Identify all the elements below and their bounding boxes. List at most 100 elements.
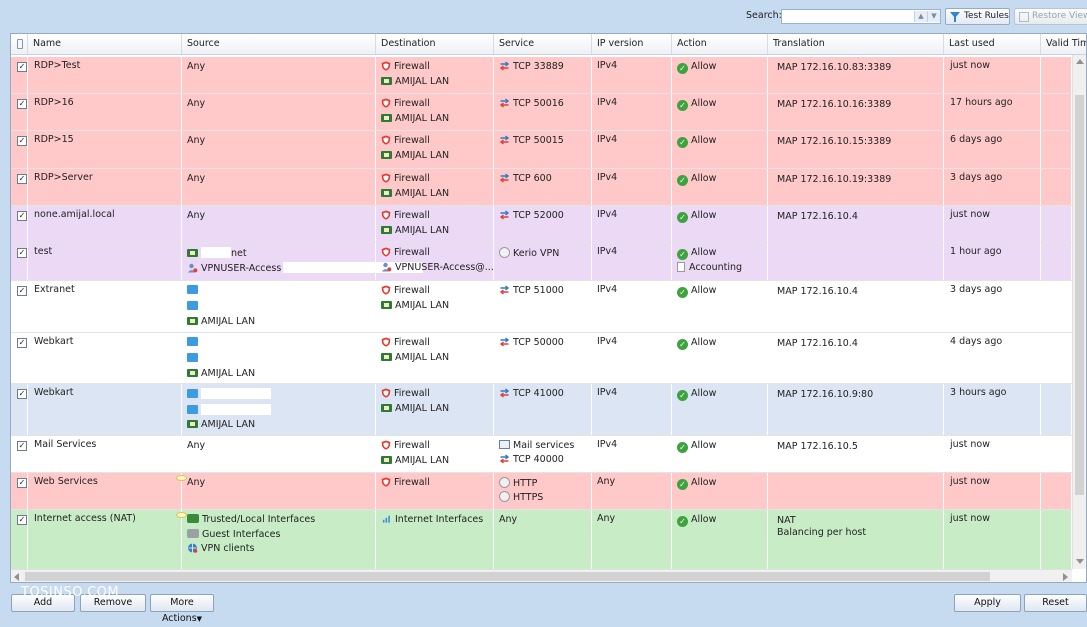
cell-item: TCP 40000 xyxy=(499,454,564,466)
table-row[interactable]: ✓ none.amijal.local Any Firewall AMIJAL LAN T… xyxy=(11,206,1072,243)
column-header-destination[interactable]: Destination xyxy=(376,34,494,54)
cell-cb[interactable]: ✓ xyxy=(11,473,28,509)
apply-button[interactable]: Apply xyxy=(954,594,1021,612)
rule-enabled-checkbox[interactable]: ✓ xyxy=(17,286,27,296)
table-row[interactable]: ✓ Extranet AMIJAL LAN Firewall AMIJAL LAN TCP… xyxy=(11,281,1072,333)
rule-enabled-checkbox[interactable]: ✓ xyxy=(17,136,27,146)
allow-icon: ✓ xyxy=(677,63,688,74)
last-used-value: 3 hours ago xyxy=(950,387,1007,398)
cell-cb[interactable]: ✓ xyxy=(11,94,28,130)
table-row[interactable]: ✓ Webkart AMIJAL LAN Firewall AMIJAL LAN TCP … xyxy=(11,384,1072,436)
search-input[interactable] xyxy=(782,10,916,23)
cell-cb[interactable]: ✓ xyxy=(11,510,28,569)
lan-icon xyxy=(381,455,392,464)
cell-cb[interactable]: ✓ xyxy=(11,206,28,242)
table-row[interactable]: ✓ RDP>16 Any Firewall AMIJAL LAN TCP 50016 IPv… xyxy=(11,94,1072,131)
cell-service: TCP 50016 xyxy=(494,94,592,130)
scroll-left-icon[interactable] xyxy=(14,573,19,581)
rule-enabled-checkbox[interactable]: ✓ xyxy=(17,338,27,348)
lan-icon xyxy=(381,403,392,412)
column-header-source[interactable]: Source xyxy=(182,34,376,54)
trusted-interfaces-icon xyxy=(187,514,199,523)
table-row[interactable]: ✓ Mail Services Any Firewall AMIJAL LAN Mail … xyxy=(11,436,1072,473)
web-icon xyxy=(499,491,510,502)
cell-item: AMIJAL LAN xyxy=(381,352,449,364)
translation-value: MAP 172.16.10.9:80 xyxy=(777,389,874,400)
table-row[interactable]: ✓ test net VPNUSER-Access Firewall VPNUSER-Ac… xyxy=(11,243,1072,281)
cell-destination: Internet Interfaces xyxy=(376,510,494,569)
search-box[interactable]: ▲ ▼ xyxy=(781,9,941,24)
horizontal-scrollbar[interactable] xyxy=(11,569,1072,582)
search-prev-icon[interactable]: ▲ xyxy=(914,11,927,22)
horizontal-scroll-thumb[interactable] xyxy=(25,572,990,581)
cell-source: AMIJAL LAN xyxy=(182,281,376,332)
column-header-last-used[interactable]: Last used xyxy=(944,34,1041,54)
column-header-action[interactable]: Action xyxy=(672,34,768,54)
table-row[interactable]: ✓ Internet access (NAT) Trusted/Local Inte… xyxy=(11,510,1072,569)
cell-item: Firewall xyxy=(381,173,430,185)
cell-name: Webkart xyxy=(28,384,182,435)
column-header-name[interactable]: Name xyxy=(28,34,182,54)
rule-enabled-checkbox[interactable]: ✓ xyxy=(17,99,27,109)
cell-valid-time xyxy=(1041,333,1072,383)
table-row[interactable]: ✓ RDP>Server Any Firewall AMIJAL LAN TCP 600 I… xyxy=(11,169,1072,206)
chevron-down-icon: ▼ xyxy=(196,615,203,623)
cell-source: Any xyxy=(182,436,376,472)
cell-cb[interactable]: ✓ xyxy=(11,169,28,205)
rule-name: Extranet xyxy=(34,284,75,295)
cell-item-label: TCP 52000 xyxy=(513,210,564,221)
cell-cb[interactable]: ✓ xyxy=(11,436,28,472)
allow-icon: ✓ xyxy=(677,479,688,490)
test-rules-button[interactable]: Test Rules xyxy=(945,8,1010,25)
rule-enabled-checkbox[interactable]: ✓ xyxy=(17,174,27,184)
search-next-icon[interactable]: ▼ xyxy=(927,11,940,22)
rule-enabled-checkbox[interactable]: ✓ xyxy=(17,515,27,525)
scroll-up-icon[interactable] xyxy=(1076,59,1084,64)
table-row[interactable]: ✓ Webkart AMIJAL LAN Firewall AMIJAL LAN TCP … xyxy=(11,333,1072,384)
cell-cb[interactable]: ✓ xyxy=(11,243,28,280)
last-used-value: just now xyxy=(950,209,990,220)
cell-destination: Firewall AMIJAL LAN xyxy=(376,436,494,472)
rule-name: RDP>Test xyxy=(34,60,81,71)
vertical-scrollbar[interactable] xyxy=(1072,55,1086,569)
translation-value: MAP 172.16.10.4 xyxy=(777,338,858,349)
cell-item-label: Any xyxy=(187,477,206,488)
scroll-down-icon[interactable] xyxy=(1076,559,1084,564)
service-icon xyxy=(499,61,510,71)
cell-cb[interactable]: ✓ xyxy=(11,131,28,168)
cell-cb[interactable]: ✓ xyxy=(11,281,28,332)
vertical-scroll-thumb[interactable] xyxy=(1075,95,1084,495)
cell-action: ✓ Allow xyxy=(672,473,768,509)
table-row[interactable]: ✓ RDP>Test Any Firewall AMIJAL LAN TCP 33889 I… xyxy=(11,57,1072,94)
cell-ip-version: Any xyxy=(592,510,672,569)
cell-action: ✓ Allow xyxy=(672,281,768,332)
cell-cb[interactable]: ✓ xyxy=(11,57,28,93)
table-row[interactable]: ✓ Web Services Any Firewall HTTP HTTPS Any ✓ All… xyxy=(11,473,1072,510)
rule-enabled-checkbox[interactable]: ✓ xyxy=(17,478,27,488)
column-header-service[interactable]: Service xyxy=(494,34,592,54)
rule-enabled-checkbox[interactable]: ✓ xyxy=(17,248,27,258)
cell-last-used: 4 days ago xyxy=(944,333,1041,383)
column-header-translation[interactable]: Translation xyxy=(768,34,944,54)
cell-item-label: Allow xyxy=(691,210,717,221)
column-toggle-header[interactable] xyxy=(11,34,28,54)
rule-enabled-checkbox[interactable]: ✓ xyxy=(17,211,27,221)
more-actions-button[interactable]: More Actions▼ xyxy=(150,594,214,624)
cell-item: Firewall xyxy=(381,61,430,73)
cell-cb[interactable]: ✓ xyxy=(11,333,28,383)
enable-toggle-icon xyxy=(17,39,23,49)
column-header-valid-time[interactable]: Valid Time xyxy=(1041,34,1086,54)
cell-last-used: 17 hours ago xyxy=(944,94,1041,130)
restore-view-button[interactable]: Restore View xyxy=(1014,8,1087,25)
rule-enabled-checkbox[interactable]: ✓ xyxy=(17,389,27,399)
redacted-value xyxy=(201,388,271,399)
scroll-right-icon[interactable] xyxy=(1063,573,1068,581)
table-row[interactable]: ✓ RDP>15 Any Firewall AMIJAL LAN TCP 50015 IPv… xyxy=(11,131,1072,169)
lan-icon xyxy=(381,352,392,361)
rule-enabled-checkbox[interactable]: ✓ xyxy=(17,441,27,451)
cell-cb[interactable]: ✓ xyxy=(11,384,28,435)
rule-enabled-checkbox[interactable]: ✓ xyxy=(17,62,27,72)
column-header-ip-version[interactable]: IP version xyxy=(592,34,672,54)
firewall-icon xyxy=(381,477,391,487)
reset-button[interactable]: Reset xyxy=(1024,594,1087,612)
